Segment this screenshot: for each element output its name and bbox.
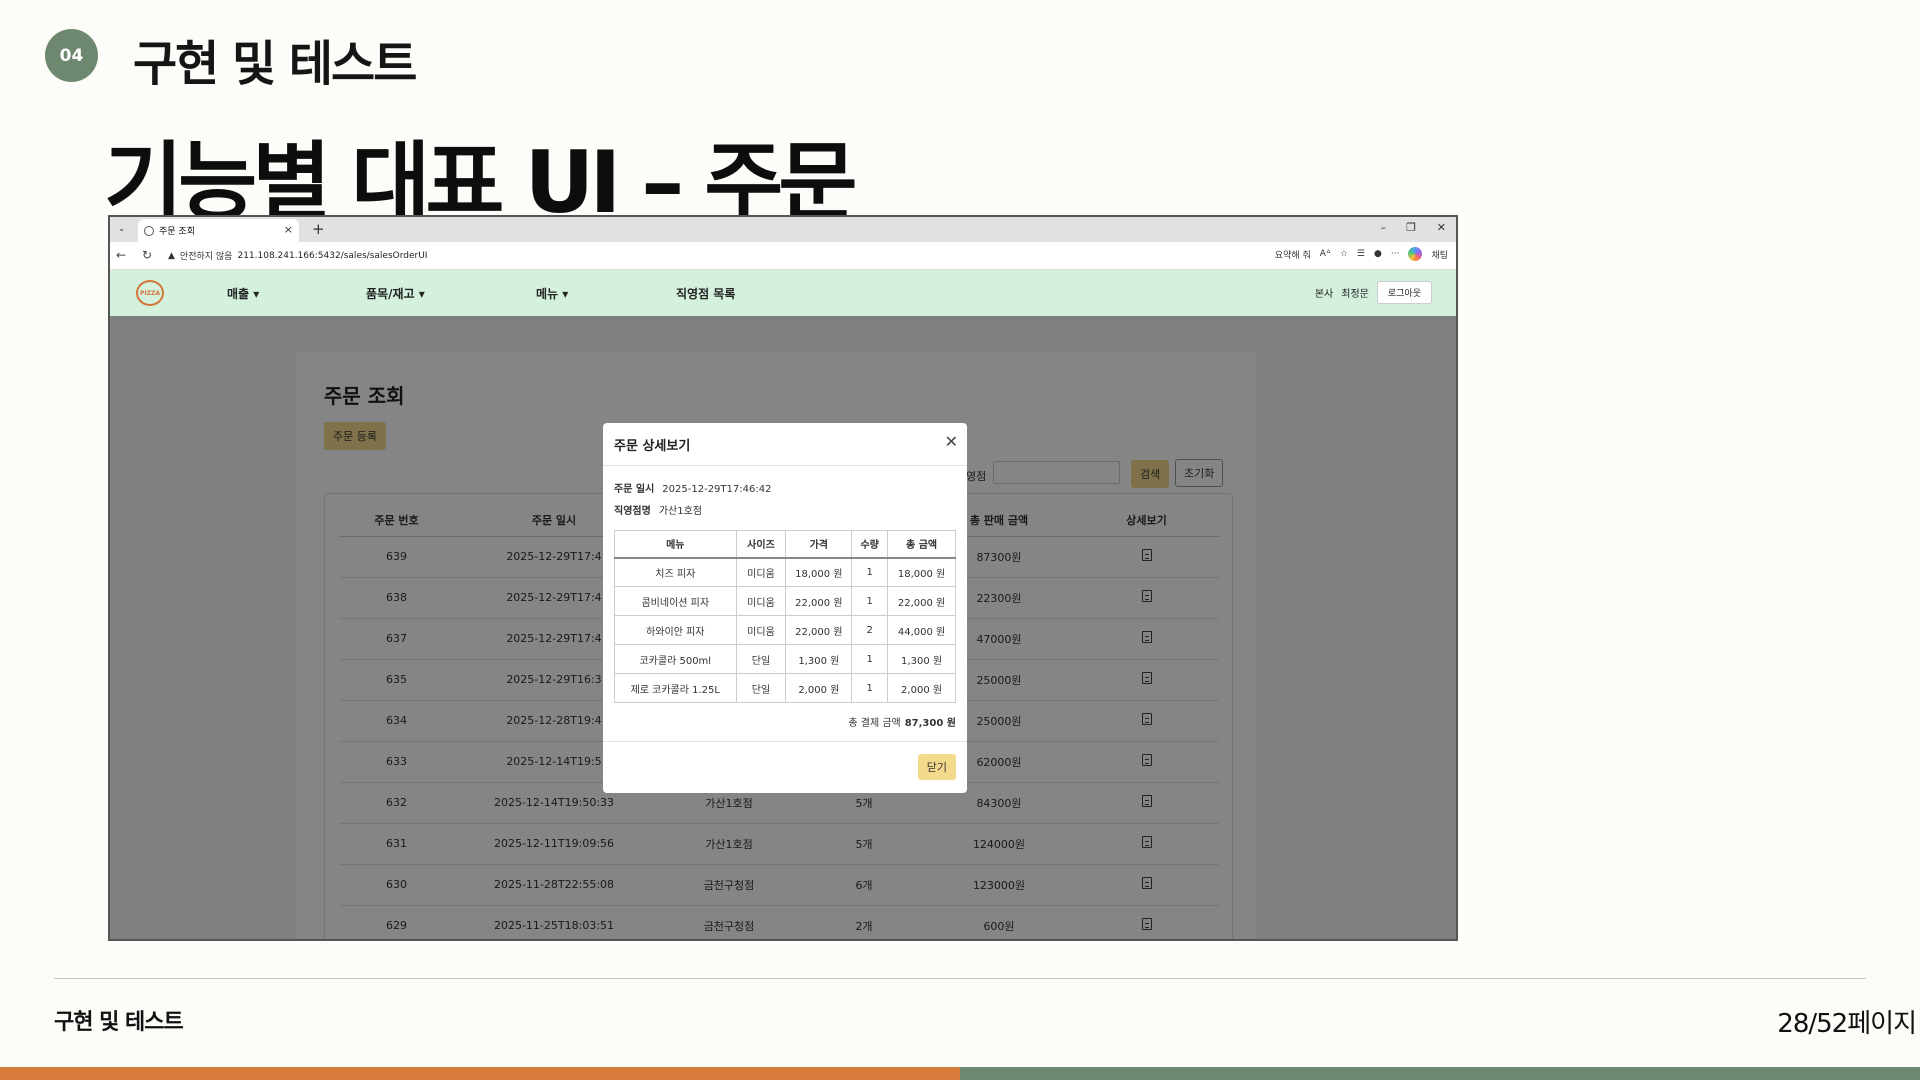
tab-list-chevron-icon[interactable]: ⌄ xyxy=(113,221,130,237)
user-role: 본사 xyxy=(1314,289,1334,300)
window-close-icon[interactable]: ✕ xyxy=(1437,221,1446,234)
item-qty: 1 xyxy=(851,557,889,587)
modal-title: 주문 상세보기 xyxy=(614,439,691,454)
pizza-logo[interactable]: PIZZA xyxy=(136,280,164,306)
browser-screenshot: ⌄ 주문 조회 × + – ❐ ✕ ← ↻ ▲ 안전하지 않음 211.108.… xyxy=(108,215,1458,941)
order-item-row: 코카콜라 500ml 단일 1,300 원 1 1,300 원 xyxy=(614,644,956,674)
col-menu: 메뉴 xyxy=(614,530,737,559)
reload-icon[interactable]: ↻ xyxy=(142,248,152,262)
order-detail-modal: 주문 상세보기 ✕ 주문 일시 2025-12-29T17:46:42 직영점명 가… xyxy=(603,423,967,793)
item-qty: 1 xyxy=(851,673,889,703)
col-total: 총 금액 xyxy=(887,530,956,559)
item-menu: 콤비네이션 피자 xyxy=(614,586,737,616)
copilot-icon[interactable] xyxy=(1408,247,1423,261)
tab-close-icon[interactable]: × xyxy=(284,223,293,236)
warning-icon: ▲ xyxy=(168,250,175,261)
order-item-row: 하와이안 피자 미디움 22,000 원 2 44,000 원 xyxy=(614,615,956,645)
item-menu: 제로 코카콜라 1.25L xyxy=(614,673,737,703)
url-text: 211.108.241.166:5432/sales/salesOrderUI xyxy=(237,250,428,261)
store-row: 직영점명 가산1호점 xyxy=(614,502,702,517)
order-time-value: 2025-12-29T17:46:42 xyxy=(662,484,772,495)
minimize-icon[interactable]: – xyxy=(1381,221,1387,234)
col-size: 사이즈 xyxy=(735,530,787,559)
item-price: 18,000 원 xyxy=(785,557,853,587)
payment-total-label: 총 결제 금액 xyxy=(848,718,901,729)
profile-avatar-icon[interactable]: ● xyxy=(1374,249,1382,259)
payment-total-value: 87,300 원 xyxy=(904,718,956,729)
item-total: 44,000 원 xyxy=(887,615,956,645)
nav-menu[interactable]: 메뉴 ▾ xyxy=(536,285,568,302)
item-size: 단일 xyxy=(735,644,787,674)
read-aloud-icon[interactable]: Aᐞ xyxy=(1320,249,1331,259)
order-item-row: 콤비네이션 피자 미디움 22,000 원 1 22,000 원 xyxy=(614,586,956,616)
item-size: 미디움 xyxy=(735,586,787,616)
order-time-row: 주문 일시 2025-12-29T17:46:42 xyxy=(614,480,771,495)
address-bar-actions: 요약해 줘 Aᐞ ☆ ☰ ● ··· 채팅 xyxy=(1275,247,1448,261)
item-total: 1,300 원 xyxy=(887,644,956,674)
modal-close-icon[interactable]: ✕ xyxy=(945,432,958,451)
browser-tab[interactable]: 주문 조회 × xyxy=(138,219,299,242)
section-title: 구현 및 테스트 xyxy=(133,36,417,92)
payment-total: 총 결제 금액 87,300 원 xyxy=(848,714,956,729)
back-arrow-icon[interactable]: ← xyxy=(116,248,126,262)
item-size: 미디움 xyxy=(735,557,787,587)
footer-section-title: 구현 및 테스트 xyxy=(54,1010,184,1035)
item-size: 단일 xyxy=(735,673,787,703)
item-price: 1,300 원 xyxy=(785,644,853,674)
footer-bar-green xyxy=(960,1067,1920,1080)
item-size: 미디움 xyxy=(735,615,787,645)
footer-bar-orange xyxy=(0,1067,960,1080)
logout-button[interactable]: 로그아웃 xyxy=(1376,281,1432,304)
section-number-badge: 04 xyxy=(45,29,98,82)
col-price: 가격 xyxy=(785,530,853,559)
nav-sales[interactable]: 매출 ▾ xyxy=(227,285,259,302)
address-bar: ← ↻ ▲ 안전하지 않음 211.108.241.166:5432/sales… xyxy=(110,242,1456,270)
restore-icon[interactable]: ❐ xyxy=(1406,221,1416,234)
copilot-label[interactable]: 채팅 xyxy=(1431,248,1448,261)
app-navbar: PIZZA 매출 ▾ 품목/재고 ▾ 메뉴 ▾ 직영점 목록 본사 최정문 로그… xyxy=(110,270,1456,316)
close-button[interactable]: 닫기 xyxy=(917,754,956,780)
item-qty: 1 xyxy=(851,586,889,616)
nav-store-list[interactable]: 직영점 목록 xyxy=(676,285,735,302)
page-number: 28/52페이지 xyxy=(1777,1009,1917,1039)
item-menu: 하와이안 피자 xyxy=(614,615,737,645)
item-total: 22,000 원 xyxy=(887,586,956,616)
store-value: 가산1호점 xyxy=(658,506,702,517)
footer-divider xyxy=(54,978,1866,979)
col-qty: 수량 xyxy=(851,530,889,559)
item-total: 18,000 원 xyxy=(887,557,956,587)
summarize-button[interactable]: 요약해 줘 xyxy=(1275,248,1311,261)
item-menu: 치즈 피자 xyxy=(614,557,737,587)
order-items-table: 메뉴 사이즈 가격 수량 총 금액 치즈 피자 미디움 18,000 원 1 18,00… xyxy=(614,530,956,703)
globe-icon xyxy=(144,225,154,236)
order-time-label: 주문 일시 xyxy=(614,484,655,495)
item-price: 22,000 원 xyxy=(785,615,853,645)
url-field[interactable]: ▲ 안전하지 않음 211.108.241.166:5432/sales/sal… xyxy=(168,249,428,263)
nav-items-stock[interactable]: 품목/재고 ▾ xyxy=(366,285,425,302)
item-menu: 코카콜라 500ml xyxy=(614,644,737,674)
more-options-icon[interactable]: ··· xyxy=(1391,249,1400,259)
item-qty: 2 xyxy=(851,615,889,645)
user-name: 최정문 xyxy=(1341,289,1369,300)
new-tab-icon[interactable]: + xyxy=(312,220,325,238)
order-item-row: 제로 코카콜라 1.25L 단일 2,000 원 1 2,000 원 xyxy=(614,673,956,703)
item-total: 2,000 원 xyxy=(887,673,956,703)
item-qty: 1 xyxy=(851,644,889,674)
security-label: 안전하지 않음 xyxy=(179,252,233,262)
order-item-row: 치즈 피자 미디움 18,000 원 1 18,000 원 xyxy=(614,557,956,587)
item-price: 2,000 원 xyxy=(785,673,853,703)
favorite-star-icon[interactable]: ☆ xyxy=(1340,249,1348,259)
favorites-list-icon[interactable]: ☰ xyxy=(1357,249,1365,259)
divider xyxy=(603,465,967,466)
item-price: 22,000 원 xyxy=(785,586,853,616)
divider xyxy=(603,741,967,742)
store-label: 직영점명 xyxy=(614,506,651,517)
browser-tab-bar: ⌄ 주문 조회 × + – ❐ ✕ xyxy=(110,217,1456,242)
tab-title: 주문 조회 xyxy=(159,227,195,237)
